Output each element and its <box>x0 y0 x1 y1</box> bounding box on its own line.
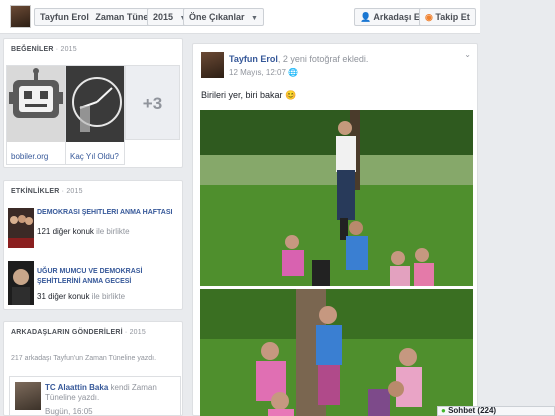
post-author[interactable]: Tayfun Erol <box>229 54 278 64</box>
post-header: Tayfun Erol, 2 yeni fotoğraf ekledi. <box>229 54 368 64</box>
like-tile-kac-yil-oldu[interactable]: Kaç Yıl Oldu? <box>65 65 125 165</box>
event-guests: 31 diğer konuk ile birlikte <box>37 292 126 301</box>
like-label[interactable]: Kaç Yıl Oldu? <box>70 152 119 161</box>
events-card: ETKİNLİKLER · 2015 Demokrasi Şehitleri A… <box>3 180 183 310</box>
post-text: Birileri yer, biri bakar 😊 <box>201 90 297 100</box>
event-photo <box>8 208 34 248</box>
like-tile-bobiler[interactable]: bobiler.org <box>6 65 66 165</box>
filter-crumb[interactable]: Öne Çıkanlar ▼ <box>183 8 264 26</box>
chat-bar[interactable]: ● Sohbet (224) <box>437 406 555 416</box>
profile-avatar[interactable] <box>10 5 31 28</box>
robot-icon <box>7 66 65 142</box>
post-photo-2[interactable] <box>200 289 473 416</box>
friend-avatar[interactable] <box>15 382 41 410</box>
post-avatar[interactable] <box>201 52 224 78</box>
friend-posts-card: ARKADAŞLARIN GÖNDERİLERİ · 2015 217 arka… <box>3 321 183 416</box>
post-action: , 2 yeni fotoğraf ekledi. <box>277 54 369 64</box>
chevron-down-icon: ▼ <box>251 15 258 22</box>
rss-icon: ◉ <box>425 12 433 22</box>
timeline-navbar: Tayfun Erol Zaman Tüneli ▼ 2015 ▼ Öne Çı… <box>0 0 480 34</box>
friend-post-author[interactable]: TC Alaattin Baka <box>45 383 108 392</box>
event-guests: 121 diğer konuk ile birlikte <box>37 227 130 236</box>
like-label[interactable]: bobiler.org <box>11 152 48 161</box>
event-title[interactable]: Demokrasi Şehitleri Anma Haftası <box>37 208 172 218</box>
more-likes-tile[interactable]: +3 <box>125 65 180 140</box>
follow-label: Takip Et <box>435 12 470 22</box>
globe-icon: 🌐 <box>288 68 299 77</box>
event-photo <box>8 261 34 305</box>
event-title[interactable]: UĞUR MUMCU VE DEMOKRASİ ŞEHİTLERİNİ ANMA… <box>37 267 187 287</box>
chat-label: Sohbet (224) <box>448 406 497 415</box>
clock-icon <box>66 66 124 142</box>
add-friend-icon: 👤 <box>360 12 372 22</box>
follow-button[interactable]: ◉ Takip Et <box>419 8 476 26</box>
friend-post[interactable]: TC Alaattin Baka kendi Zaman Tüneline ya… <box>9 376 181 416</box>
friend-posts-summary: 217 arkadaşı Tayfun'un Zaman Tüneline ya… <box>11 355 157 362</box>
event-row[interactable]: UĞUR MUMCU VE DEMOKRASİ ŞEHİTLERİNİ ANMA… <box>8 261 184 305</box>
friend-post-time: Bugün, 16:05 <box>45 407 93 416</box>
post-date[interactable]: 12 Mayıs, 12:07 🌐 <box>229 68 298 77</box>
events-heading: ETKİNLİKLER · 2015 <box>11 188 83 195</box>
likes-card: BEĞENİLER · 2015 bobiler.org Kaç Yıl Old… <box>3 38 183 168</box>
friend-posts-heading: ARKADAŞLARIN GÖNDERİLERİ · 2015 <box>11 329 146 336</box>
post-photo-1[interactable] <box>200 110 473 286</box>
chevron-down-icon[interactable]: ⌄ <box>464 50 471 59</box>
timeline-post: Tayfun Erol, 2 yeni fotoğraf ekledi. 12 … <box>192 43 478 416</box>
chat-status-icon: ● <box>441 406 446 415</box>
event-row[interactable]: Demokrasi Şehitleri Anma Haftası 121 diğ… <box>8 208 184 248</box>
friend-post-line: TC Alaattin Baka kendi Zaman Tüneline ya… <box>45 383 175 403</box>
year-crumb-label: 2015 <box>153 12 174 22</box>
timeline-crumb-label: Zaman Tüneli <box>95 12 154 22</box>
filter-crumb-label: Öne Çıkanlar <box>189 12 245 22</box>
likes-heading: BEĞENİLER · 2015 <box>11 46 77 53</box>
more-likes-count: +3 <box>142 94 163 113</box>
name-crumb-label: Tayfun Erol <box>40 12 89 22</box>
